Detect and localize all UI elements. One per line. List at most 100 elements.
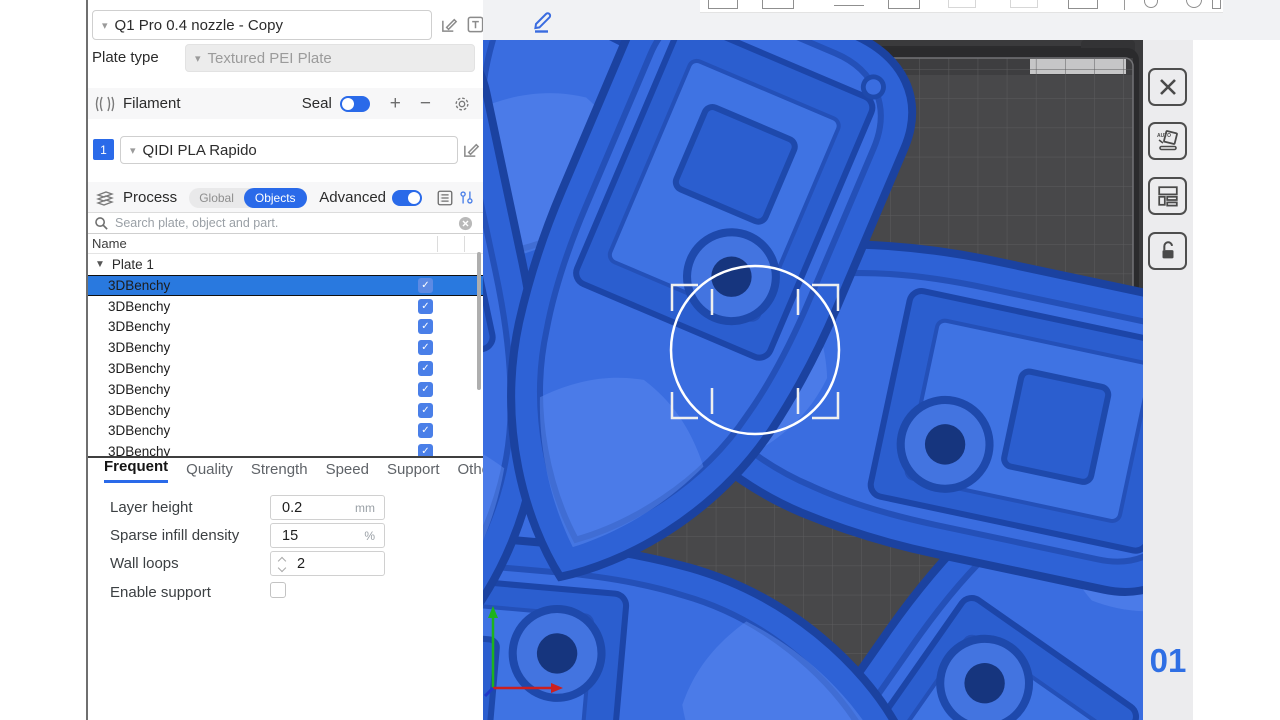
list-scrollbar[interactable] [477,252,481,390]
printer-preset-dropdown[interactable]: ▾ Q1 Pro 0.4 nozzle - Copy [92,10,432,40]
tab-frequent[interactable]: Frequent [104,458,168,483]
object-visible-checkbox[interactable]: ✓ [418,382,433,397]
layer-height-unit: mm [355,501,375,515]
sparse-infill-label: Sparse infill density [110,527,239,544]
chevron-down-icon: ▾ [102,19,108,32]
toolbar-fragment-icon [708,0,738,9]
object-row[interactable]: 3DBenchy✓ [88,441,483,456]
process-section-header: Process Global Objects Advanced [88,182,483,213]
clear-search-icon[interactable] [458,216,473,231]
settings-tabs: FrequentQualityStrengthSpeedSupportOther… [88,456,483,483]
search-icon [94,216,109,231]
chevron-down-icon: ▼ [95,259,105,270]
seal-label: Seal [302,95,332,112]
scope-toggle[interactable]: Global Objects [189,188,306,208]
scope-objects-option[interactable]: Objects [244,188,307,208]
viewport-top-strip [483,0,1280,40]
object-visible-checkbox[interactable]: ✓ [418,299,433,314]
object-rows: 3DBenchy✓3DBenchy✓3DBenchy✓3DBenchy✓3DBe… [88,275,483,456]
plate-tool-strip: AUTO 01 [1143,40,1193,720]
filament-preset-dropdown[interactable]: ▾ QIDI PLA Rapido [120,136,458,164]
toolbar-divider [1124,0,1125,10]
stepper-down-icon[interactable] [278,564,286,572]
sparse-infill-row: Sparse infill density 15 % [88,523,483,549]
wall-loops-value: 2 [297,556,384,572]
arrange-icon [1156,184,1180,208]
object-row[interactable]: 3DBenchy✓ [88,317,483,338]
object-visible-checkbox[interactable]: ✓ [418,319,433,334]
seal-toggle[interactable] [340,96,370,112]
3d-viewport[interactable]: AUTO 01 [483,0,1280,720]
tab-quality[interactable]: Quality [186,461,233,483]
slicer-window: ▾ Q1 Pro 0.4 nozzle - Copy Plate type ▾ … [0,0,1280,720]
edit-printer-icon[interactable] [440,15,459,34]
auto-orient-button[interactable]: AUTO [1148,122,1187,160]
arrange-button[interactable] [1148,177,1187,215]
lock-plate-button[interactable] [1148,232,1187,270]
clipped-top-toolbar [700,0,1223,13]
layer-height-label: Layer height [110,499,193,516]
build-plate-scene[interactable] [483,40,1143,720]
advanced-toggle[interactable] [392,190,422,206]
parameter-list-icon[interactable] [436,189,454,207]
advanced-label: Advanced [319,189,386,206]
chevron-down-icon: ▾ [195,52,201,65]
auto-orient-icon: AUTO [1156,129,1180,153]
tune-parameters-icon[interactable] [458,189,475,206]
object-row[interactable]: 3DBenchy✓ [88,275,483,296]
plate-type-dropdown[interactable]: ▾ Textured PEI Plate [185,44,475,72]
enable-support-row: Enable support [88,580,483,606]
tab-speed[interactable]: Speed [326,461,369,483]
object-visible-checkbox[interactable]: ✓ [418,278,433,293]
object-visible-checkbox[interactable]: ✓ [418,403,433,418]
wall-loops-stepper[interactable]: 2 [270,551,385,576]
toolbar-fragment-icon [1010,0,1038,8]
filament-preset-value: QIDI PLA Rapido [143,142,257,159]
object-row[interactable]: 3DBenchy✓ [88,379,483,400]
toolbar-fragment-icon [1186,0,1202,8]
enable-support-label: Enable support [110,584,211,601]
collapsed-right-gutter [1193,40,1280,720]
plate-type-value: Textured PEI Plate [208,50,332,67]
collapsed-left-gutter [0,0,88,720]
filament-slot-badge[interactable]: 1 [93,139,114,160]
tab-strength[interactable]: Strength [251,461,308,483]
wall-loops-row: Wall loops 2 [88,551,483,577]
delete-all-button[interactable] [1148,68,1187,106]
edit-plate-name-pencil-icon[interactable] [528,6,556,34]
enable-support-checkbox[interactable] [270,582,286,598]
layer-height-input[interactable]: 0.2 mm [270,495,385,520]
sparse-infill-input[interactable]: 15 % [270,523,385,548]
toolbar-fragment-icon [1068,0,1098,9]
toolbar-fragment-icon [834,0,864,6]
object-row[interactable]: 3DBenchy✓ [88,296,483,317]
search-input[interactable] [115,216,458,230]
object-visible-checkbox[interactable]: ✓ [418,423,433,438]
tab-support[interactable]: Support [387,461,440,483]
object-row[interactable]: 3DBenchy✓ [88,358,483,379]
close-icon [1157,76,1179,98]
toolbar-fragment-icon [1144,0,1158,8]
unlock-icon [1157,240,1179,262]
object-visible-checkbox[interactable]: ✓ [418,340,433,355]
toolbar-fragment-icon [762,0,794,9]
edit-filament-icon[interactable] [462,140,481,159]
plate-group-row[interactable]: ▼ Plate 1 [88,254,483,275]
filament-icon [94,95,116,113]
printer-preset-value: Q1 Pro 0.4 nozzle - Copy [115,17,283,34]
remove-filament-button[interactable]: − [420,94,431,113]
wall-loops-label: Wall loops [110,555,179,572]
object-row[interactable]: 3DBenchy✓ [88,400,483,421]
object-visible-checkbox[interactable]: ✓ [418,444,433,456]
filament-settings-gear-icon[interactable] [453,95,471,113]
add-filament-button[interactable]: + [390,94,401,113]
object-visible-checkbox[interactable]: ✓ [418,361,433,376]
layer-height-row: Layer height 0.2 mm [88,495,483,521]
chevron-down-icon: ▾ [130,144,136,157]
prepare-side-panel: ▾ Q1 Pro 0.4 nozzle - Copy Plate type ▾ … [88,0,483,720]
object-row[interactable]: 3DBenchy✓ [88,421,483,442]
scope-global-option[interactable]: Global [189,191,244,205]
toolbar-fragment-icon [948,0,976,8]
object-row[interactable]: 3DBenchy✓ [88,337,483,358]
plate-number-badge[interactable]: 01 [1143,642,1193,680]
